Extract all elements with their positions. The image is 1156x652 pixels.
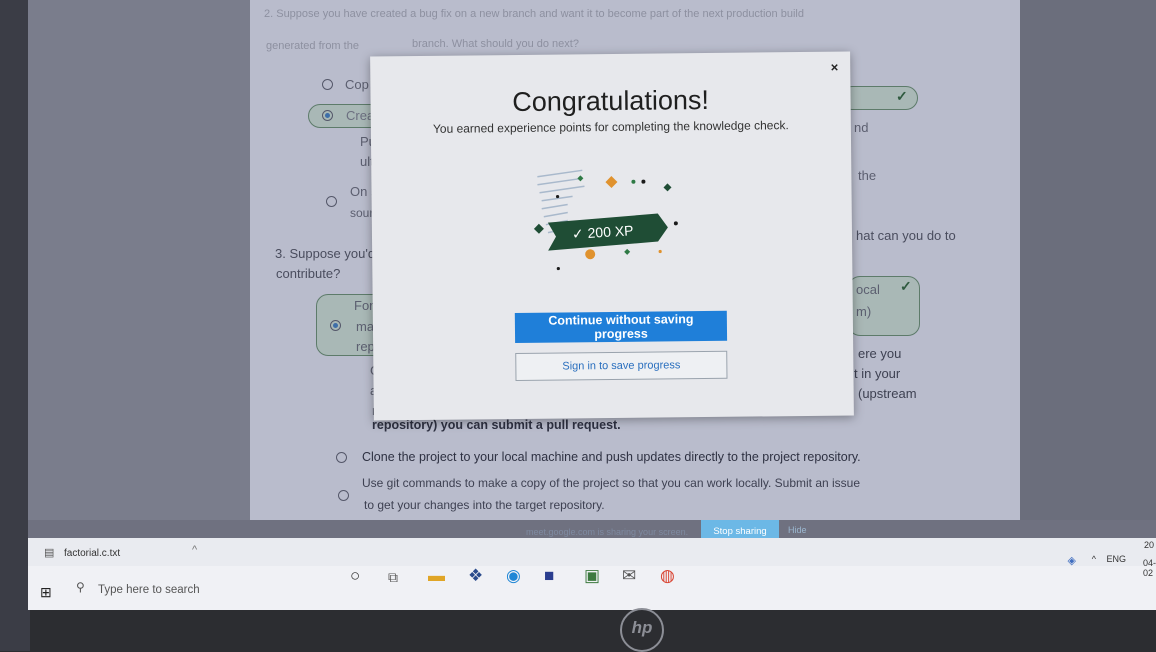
chevron-up-tray-icon[interactable]: ^: [1092, 554, 1096, 564]
q2-check-icon: ✓: [896, 88, 908, 104]
task-view-icon[interactable]: ⧉: [388, 569, 398, 586]
xp-badge-label: 200 XP: [587, 222, 634, 242]
hide-share-bar-link[interactable]: Hide: [788, 525, 807, 535]
q2-option3-text-b: sour: [350, 206, 374, 220]
chevron-up-icon[interactable]: ^: [192, 544, 197, 556]
file-icon: ▤: [44, 547, 55, 559]
q3-option3-radio[interactable]: [338, 490, 349, 501]
xp-illustration: [533, 169, 678, 271]
q3-explanation-right1: ere you: [858, 346, 902, 361]
q3-option3-text: Use git commands to make a copy of the p…: [362, 476, 861, 490]
hp-logo: hp: [620, 608, 664, 652]
dropbox-icon[interactable]: ❖: [468, 566, 483, 586]
xp-modal: × Congratulations! You earned experience…: [370, 51, 854, 421]
checkmark-icon: ✓: [571, 225, 585, 243]
q3-check-icon: ✓: [900, 278, 912, 294]
q3-option1-radio[interactable]: [330, 320, 341, 331]
q3-prompt-line2: contribute?: [276, 266, 341, 281]
file-explorer-icon[interactable]: ▬: [428, 566, 445, 586]
q2-right-frag1: nd: [854, 120, 869, 135]
q3-explanation-right3: (upstream: [858, 386, 917, 401]
clock-time[interactable]: 20: [1144, 540, 1154, 550]
search-icon[interactable]: ⚲: [76, 580, 85, 594]
q3-prompt: 3. Suppose you'd l: [275, 246, 382, 261]
q2-option1-radio[interactable]: [322, 79, 333, 90]
edge-icon[interactable]: ◉: [506, 566, 521, 586]
close-icon[interactable]: ×: [831, 60, 839, 75]
language-indicator[interactable]: ENG: [1106, 554, 1126, 564]
q2-prompt-line2b: branch. What should you do next?: [412, 38, 579, 50]
q3-option1-right2: m): [856, 304, 872, 319]
app-icon[interactable]: ■: [544, 566, 554, 586]
modal-title: Congratulations!: [512, 84, 710, 118]
q3-explanation-right2: t in your: [854, 366, 901, 381]
download-bar: ▤ factorial.c.txt ^: [28, 538, 1156, 566]
q2-option1-text: Cop: [345, 77, 369, 92]
q2-prompt-line2: generated from the: [266, 40, 359, 52]
q2-prompt: 2. Suppose you have created a bug fix on…: [264, 8, 804, 20]
q3-option3-text-b: to get your changes into the target repo…: [364, 498, 605, 512]
q2-option2-radio[interactable]: [322, 110, 333, 121]
q3-prompt-right: hat can you do to: [856, 228, 956, 243]
q3-option1-right1: ocal: [856, 282, 880, 297]
share-status-text: meet.google.com is sharing your screen.: [526, 527, 689, 537]
q3-option2-radio[interactable]: [336, 452, 347, 463]
taskbar: ⊞ ⚲ Type here to search ○ ⧉ ▬ ❖ ◉ ■ ▣ ✉ …: [28, 540, 1156, 610]
bezel-left: [0, 0, 30, 651]
store-icon[interactable]: ▣: [584, 566, 600, 586]
windows-start-icon[interactable]: ⊞: [40, 584, 52, 601]
taskbar-search-input[interactable]: Type here to search: [98, 584, 200, 596]
q2-option3-radio[interactable]: [326, 196, 337, 207]
cortana-icon[interactable]: ○: [350, 566, 360, 586]
modal-subtitle: You earned experience points for complet…: [432, 118, 789, 136]
tray-app-icon[interactable]: ◈: [1068, 554, 1076, 567]
sign-in-button[interactable]: Sign in to save progress: [515, 350, 728, 382]
q2-right-frag2: the: [858, 168, 877, 183]
page-side-left: [28, 0, 250, 520]
mail-icon[interactable]: ✉: [622, 566, 636, 586]
continue-without-saving-button[interactable]: Continue without saving progress: [514, 310, 728, 344]
clock-date[interactable]: 04-02: [1143, 558, 1156, 578]
q3-option2-text: Clone the project to your local machine …: [362, 450, 861, 464]
page-side-right: [1020, 0, 1156, 520]
chrome-icon[interactable]: ◍: [660, 566, 675, 586]
download-file-name[interactable]: factorial.c.txt: [64, 548, 120, 559]
